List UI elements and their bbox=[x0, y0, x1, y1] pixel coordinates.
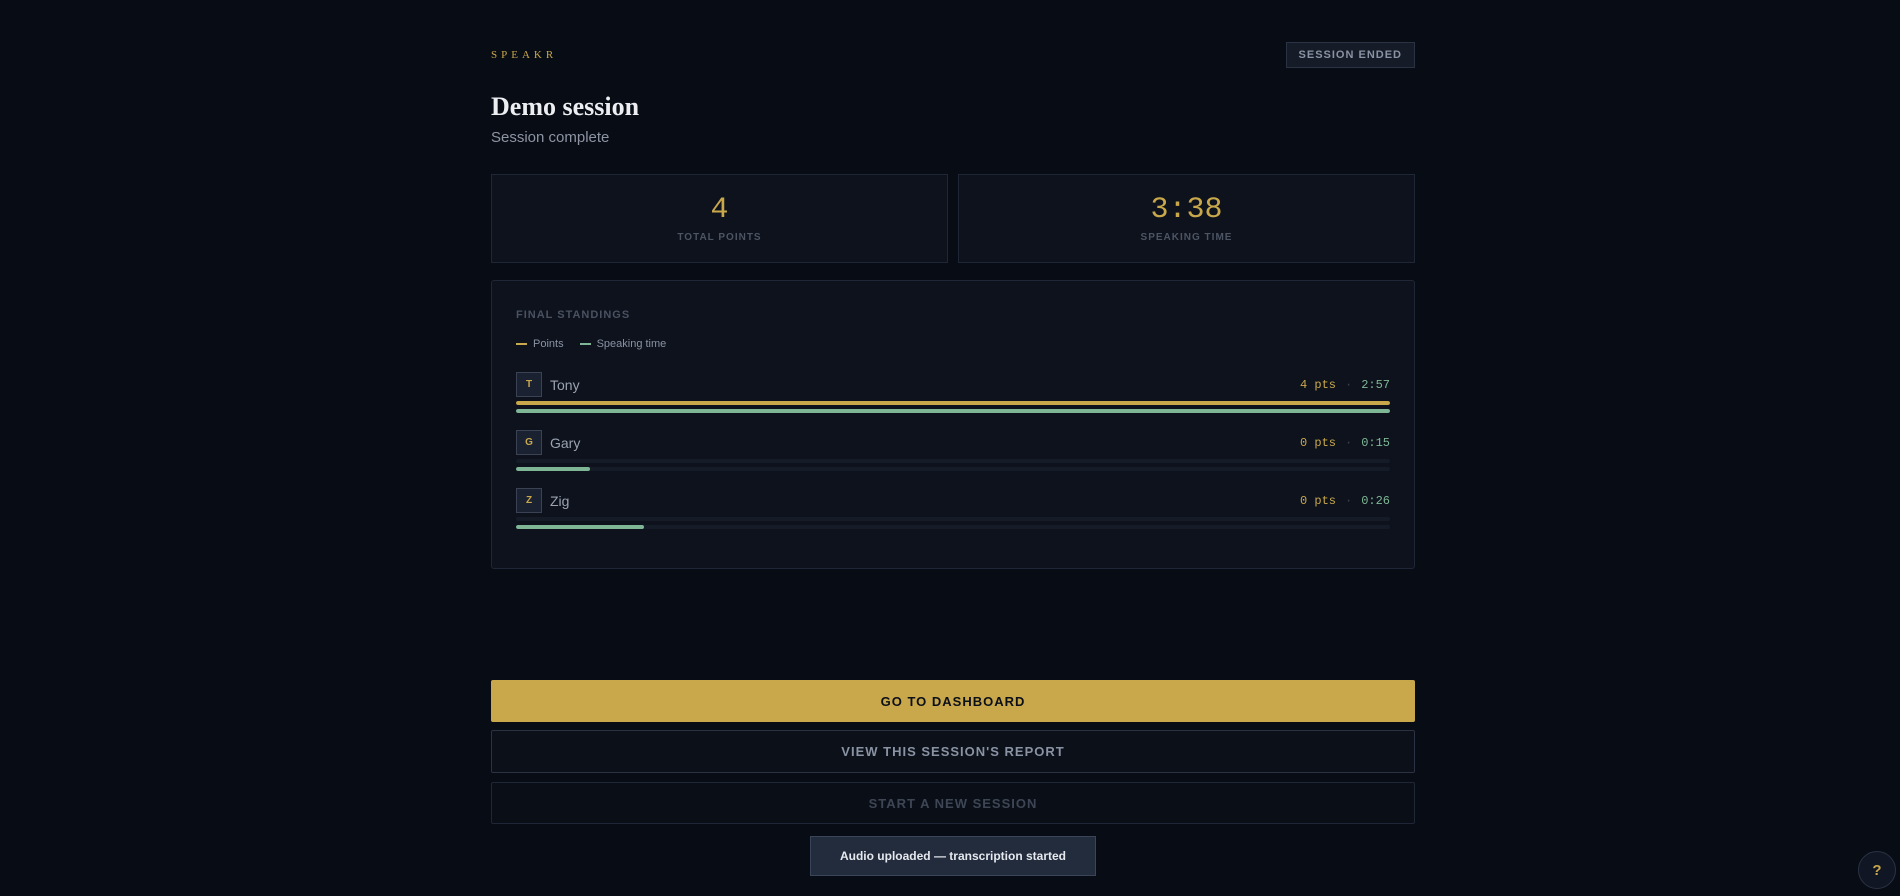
page-title: Demo session bbox=[491, 92, 640, 121]
participant-speaking-time: 0:26 bbox=[1361, 493, 1390, 508]
standing-row-head: T Tony 4 pts · 2:57 bbox=[516, 372, 1390, 397]
participant-points: 0 pts bbox=[1299, 435, 1336, 450]
points-bar bbox=[516, 459, 1390, 463]
avatar: G bbox=[516, 430, 542, 455]
view-report-button[interactable]: VIEW THIS SESSION'S REPORT bbox=[491, 730, 1415, 773]
legend-swatch-speaking-time bbox=[579, 343, 591, 345]
top-bar: SPEAKR SESSION ENDED bbox=[491, 42, 1415, 68]
participant-name: Zig bbox=[550, 492, 570, 509]
standing-row-zig: Z Zig 0 pts · 0:26 bbox=[516, 488, 1390, 530]
participant-name: Gary bbox=[550, 434, 581, 451]
participant-metrics: 0 pts · 0:15 bbox=[1300, 436, 1390, 450]
participant-speaking-time: 0:15 bbox=[1361, 435, 1390, 450]
participant-points: 0 pts bbox=[1299, 493, 1336, 508]
participant-points: 4 pts bbox=[1299, 377, 1336, 392]
legend-item-points: Points bbox=[516, 338, 564, 350]
legend-label-speaking-time: Speaking time bbox=[596, 338, 667, 350]
final-standings-panel: FINAL STANDINGS Points Speaking time T T… bbox=[491, 280, 1415, 569]
participant-metrics: 4 pts · 2:57 bbox=[1300, 378, 1390, 392]
speaking-time-bar bbox=[516, 525, 1390, 529]
brand-logo[interactable]: SPEAKR bbox=[491, 49, 557, 61]
go-to-dashboard-button[interactable]: GO TO DASHBOARD bbox=[491, 680, 1415, 722]
speaking-time-label: SPEAKING TIME bbox=[1140, 232, 1233, 243]
standing-row-head: G Gary 0 pts · 0:15 bbox=[516, 430, 1390, 455]
total-points-value: 4 bbox=[710, 193, 729, 227]
avatar: T bbox=[516, 372, 542, 397]
speaking-time-bar-fill bbox=[516, 467, 591, 471]
speaking-time-bar bbox=[516, 409, 1390, 413]
legend-item-speaking-time: Speaking time bbox=[579, 338, 667, 350]
legend: Points Speaking time bbox=[516, 338, 682, 350]
help-button[interactable]: ? bbox=[1858, 851, 1896, 889]
points-bar bbox=[516, 517, 1390, 521]
speaking-time-bar-fill bbox=[516, 409, 1390, 413]
standings-title: FINAL STANDINGS bbox=[516, 309, 631, 321]
metrics-separator: · bbox=[1344, 435, 1353, 450]
points-bar-fill bbox=[516, 401, 1390, 405]
participant-name: Tony bbox=[550, 376, 580, 393]
start-new-session-button[interactable]: START A NEW SESSION bbox=[491, 782, 1415, 824]
legend-swatch-points bbox=[516, 343, 527, 345]
speaking-time-value: 3:38 bbox=[1150, 193, 1223, 227]
participant-metrics: 0 pts · 0:26 bbox=[1300, 494, 1390, 508]
standing-row-gary: G Gary 0 pts · 0:15 bbox=[516, 430, 1390, 472]
speaking-time-bar bbox=[516, 467, 1390, 471]
speaking-time-card: 3:38 SPEAKING TIME bbox=[958, 174, 1415, 263]
metrics-separator: · bbox=[1344, 377, 1353, 392]
toast-notification: Audio uploaded — transcription started bbox=[810, 836, 1096, 876]
points-bar bbox=[516, 401, 1390, 405]
speaking-time-bar-fill bbox=[516, 525, 645, 529]
page-subtitle: Session complete bbox=[491, 129, 610, 146]
total-points-card: 4 TOTAL POINTS bbox=[491, 174, 948, 263]
total-points-label: TOTAL POINTS bbox=[677, 232, 762, 243]
standing-row-head: Z Zig 0 pts · 0:26 bbox=[516, 488, 1390, 513]
standing-row-tony: T Tony 4 pts · 2:57 bbox=[516, 372, 1390, 414]
status-badge: SESSION ENDED bbox=[1285, 42, 1415, 68]
session-summary-page: SPEAKR SESSION ENDED Demo session Sessio… bbox=[491, 0, 1415, 896]
metrics-separator: · bbox=[1344, 493, 1353, 508]
legend-label-points: Points bbox=[533, 338, 564, 350]
avatar: Z bbox=[516, 488, 542, 513]
participant-speaking-time: 2:57 bbox=[1361, 377, 1390, 392]
